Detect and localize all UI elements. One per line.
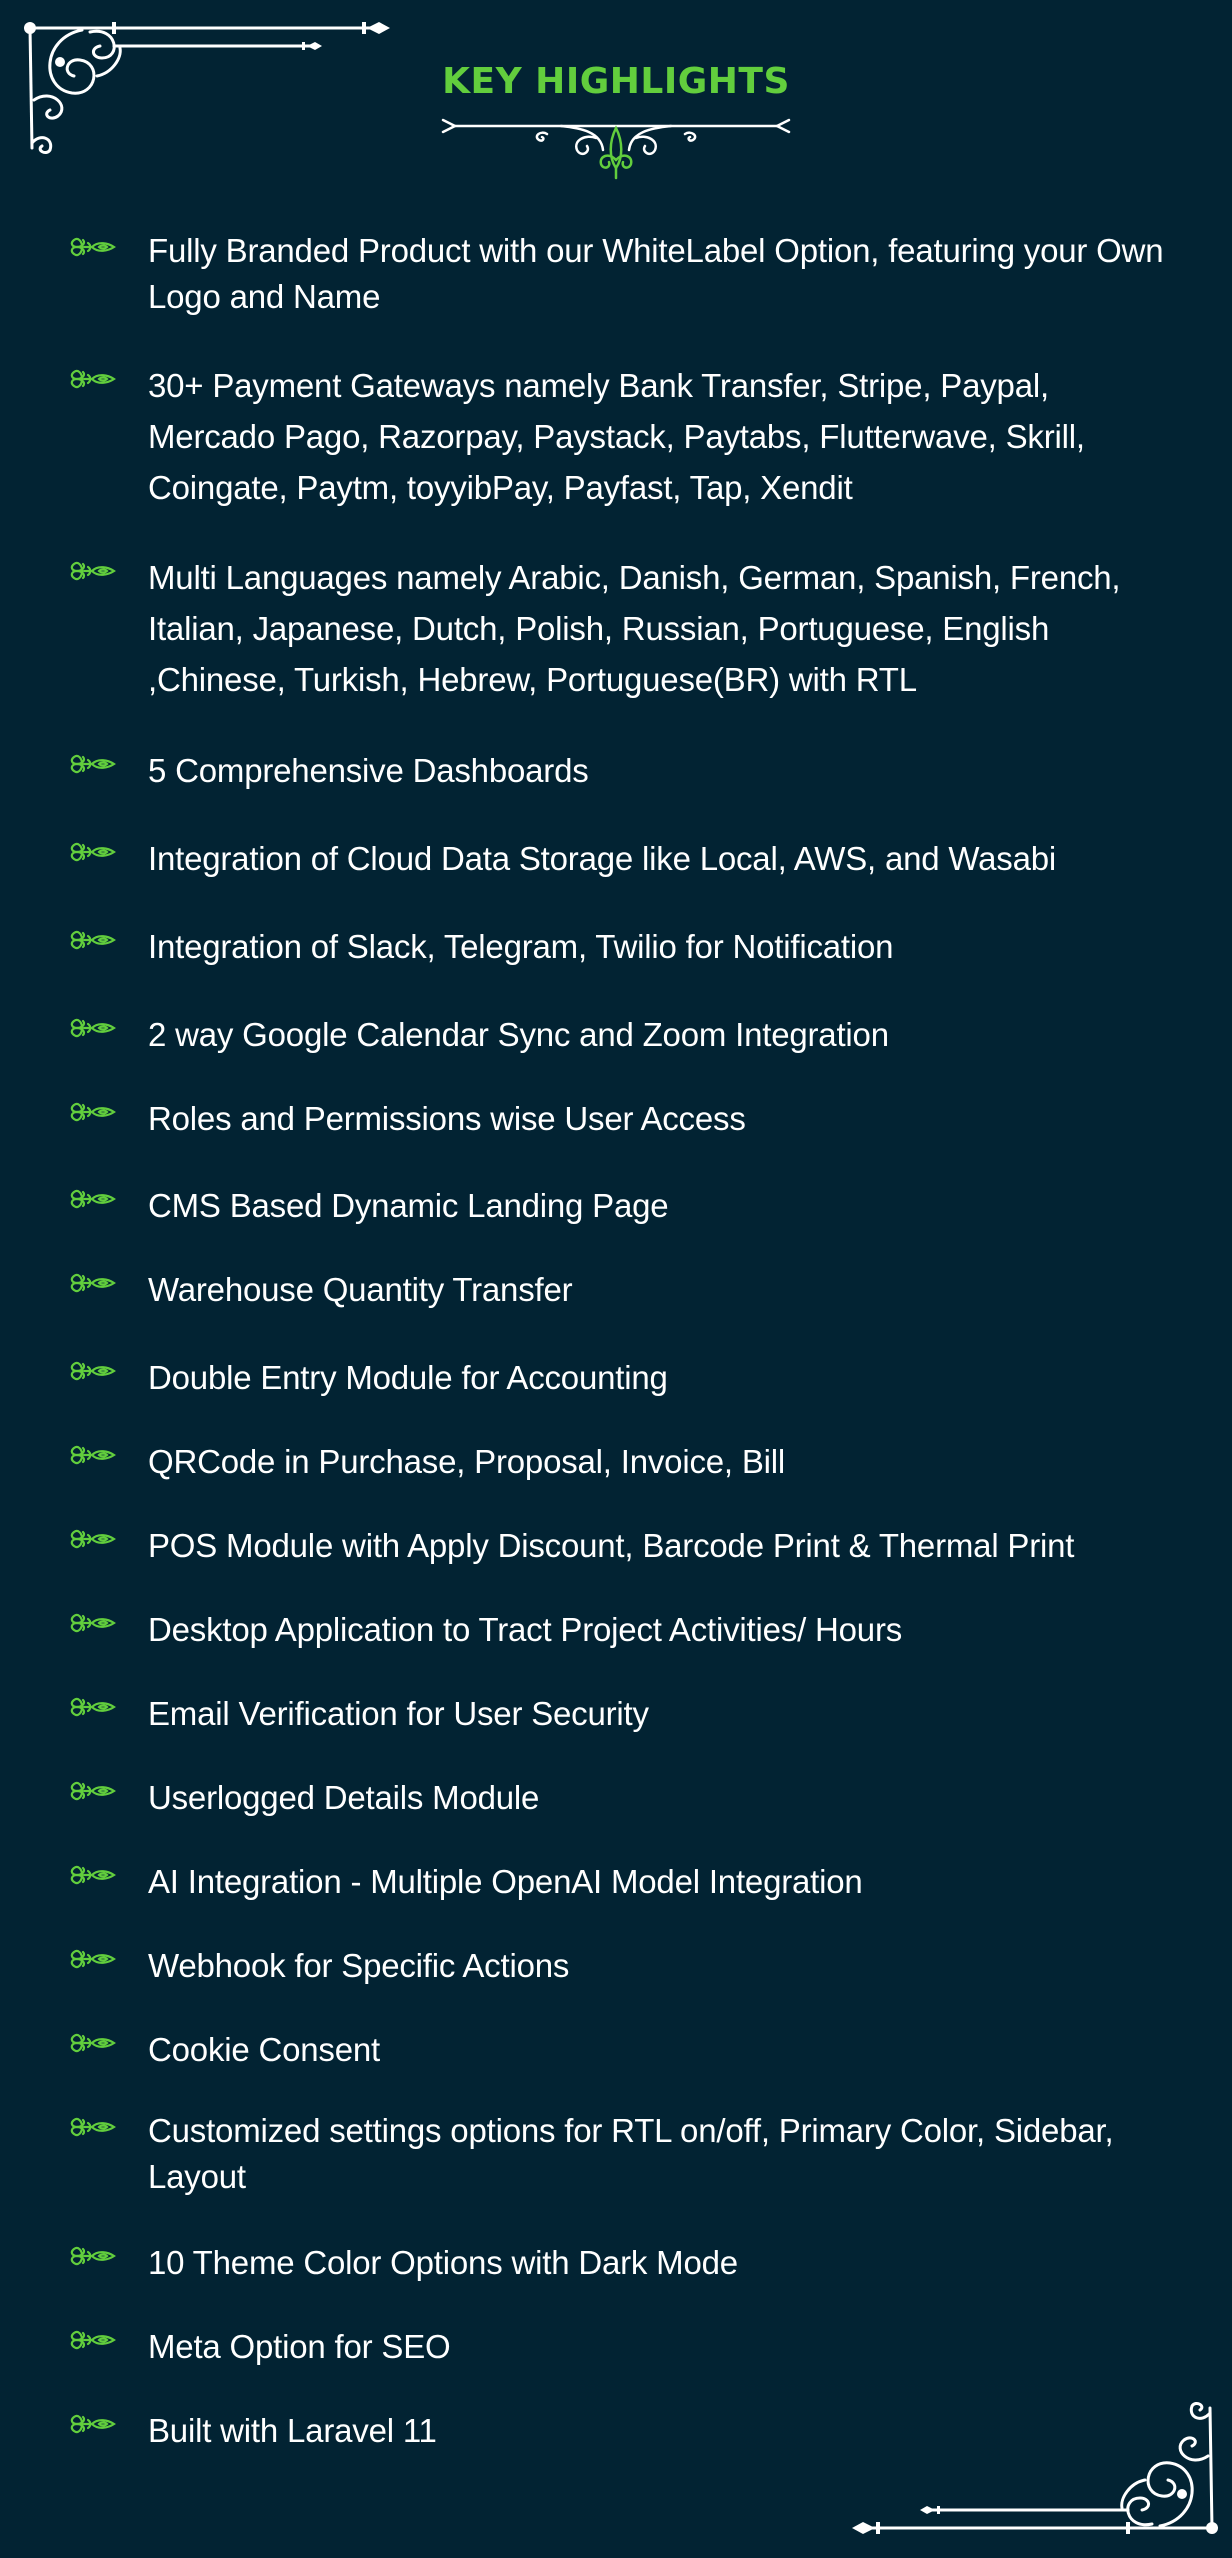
list-item: Desktop Application to Tract Project Act… xyxy=(70,1604,1180,1655)
list-item: Integration of Cloud Data Storage like L… xyxy=(70,833,1180,884)
list-item-text: Double Entry Module for Accounting xyxy=(148,1359,668,1396)
list-item: QRCode in Purchase, Proposal, Invoice, B… xyxy=(70,1436,1180,1487)
list-item-text: Customized settings options for RTL on/o… xyxy=(148,2112,1114,2195)
ornamental-bullet-icon xyxy=(70,561,116,581)
ornamental-bullet-icon xyxy=(70,1949,116,1969)
list-item: 30+ Payment Gateways namely Bank Transfe… xyxy=(70,360,1180,513)
list-item-text: 5 Comprehensive Dashboards xyxy=(148,752,589,789)
fleur-de-lis-divider-icon xyxy=(441,118,791,180)
list-item-text: Userlogged Details Module xyxy=(148,1779,540,1816)
list-item: 2 way Google Calendar Sync and Zoom Inte… xyxy=(70,1009,1180,1060)
ornamental-bullet-icon xyxy=(70,1529,116,1549)
list-item: CMS Based Dynamic Landing Page xyxy=(70,1180,1180,1231)
ornamental-bullet-icon xyxy=(70,1361,116,1381)
ornamental-bullet-icon xyxy=(70,2033,116,2053)
list-item-text: Multi Languages namely Arabic, Danish, G… xyxy=(148,559,1121,698)
ornamental-bullet-icon xyxy=(70,1018,116,1038)
list-item-text: QRCode in Purchase, Proposal, Invoice, B… xyxy=(148,1443,786,1480)
corner-ornament-bottom-right-icon xyxy=(852,2402,1218,2534)
list-item: Double Entry Module for Accounting xyxy=(70,1352,1180,1403)
ornamental-bullet-icon xyxy=(70,2246,116,2266)
list-item: Warehouse Quantity Transfer xyxy=(70,1264,1180,1315)
ornamental-bullet-icon xyxy=(70,754,116,774)
list-item-text: Built with Laravel 11 xyxy=(148,2412,437,2449)
list-item: Email Verification for User Security xyxy=(70,1688,1180,1739)
list-item-text: 30+ Payment Gateways namely Bank Transfe… xyxy=(148,367,1085,506)
list-item: 10 Theme Color Options with Dark Mode xyxy=(70,2237,1180,2288)
list-item-text: 10 Theme Color Options with Dark Mode xyxy=(148,2244,738,2281)
list-item-text: Email Verification for User Security xyxy=(148,1695,649,1732)
ornamental-bullet-icon xyxy=(70,369,116,389)
ornamental-bullet-icon xyxy=(70,1697,116,1717)
ornamental-bullet-icon xyxy=(70,1102,116,1122)
list-item-text: Integration of Slack, Telegram, Twilio f… xyxy=(148,928,894,965)
ornamental-bullet-icon xyxy=(70,2414,116,2434)
ornamental-bullet-icon xyxy=(70,842,116,862)
list-item-text: POS Module with Apply Discount, Barcode … xyxy=(148,1527,1075,1564)
list-item: Multi Languages namely Arabic, Danish, G… xyxy=(70,552,1180,705)
ornamental-bullet-icon xyxy=(70,1781,116,1801)
page-title: KEY HIGHLIGHTS xyxy=(442,61,790,102)
ornamental-bullet-icon xyxy=(70,1445,116,1465)
list-item-text: Integration of Cloud Data Storage like L… xyxy=(148,840,1057,877)
ornamental-bullet-icon xyxy=(70,1865,116,1885)
ornamental-bullet-icon xyxy=(70,1273,116,1293)
list-item: Integration of Slack, Telegram, Twilio f… xyxy=(70,921,1180,972)
list-item-text: 2 way Google Calendar Sync and Zoom Inte… xyxy=(148,1016,889,1053)
ornamental-bullet-icon xyxy=(70,2330,116,2350)
list-item: POS Module with Apply Discount, Barcode … xyxy=(70,1520,1180,1571)
list-item-text: Meta Option for SEO xyxy=(148,2328,451,2365)
list-item-text: Fully Branded Product with our WhiteLabe… xyxy=(148,232,1164,315)
list-item: Roles and Permissions wise User Access xyxy=(70,1093,1180,1144)
ornamental-bullet-icon xyxy=(70,1189,116,1209)
ornamental-bullet-icon xyxy=(70,237,116,257)
list-item: 5 Comprehensive Dashboards xyxy=(70,745,1180,796)
ornamental-bullet-icon xyxy=(70,2117,116,2137)
list-item-text: Desktop Application to Tract Project Act… xyxy=(148,1611,903,1648)
list-item-text: Cookie Consent xyxy=(148,2031,381,2068)
list-item: Cookie Consent xyxy=(70,2024,1180,2075)
list-item: Userlogged Details Module xyxy=(70,1772,1180,1823)
list-item-text: Warehouse Quantity Transfer xyxy=(148,1271,573,1308)
list-item: Meta Option for SEO xyxy=(70,2321,1180,2372)
ornamental-bullet-icon xyxy=(70,930,116,950)
ornamental-bullet-icon xyxy=(70,1613,116,1633)
list-item: Customized settings options for RTL on/o… xyxy=(70,2108,1180,2200)
list-item-text: CMS Based Dynamic Landing Page xyxy=(148,1187,669,1224)
list-item-text: Webhook for Specific Actions xyxy=(148,1947,570,1984)
header: KEY HIGHLIGHTS xyxy=(0,58,1232,180)
list-item: Fully Branded Product with our WhiteLabe… xyxy=(70,228,1180,320)
list-item: AI Integration - Multiple OpenAI Model I… xyxy=(70,1856,1180,1907)
list-item-text: Roles and Permissions wise User Access xyxy=(148,1100,746,1137)
list-item: Webhook for Specific Actions xyxy=(70,1940,1180,1991)
list-item-text: AI Integration - Multiple OpenAI Model I… xyxy=(148,1863,863,1900)
